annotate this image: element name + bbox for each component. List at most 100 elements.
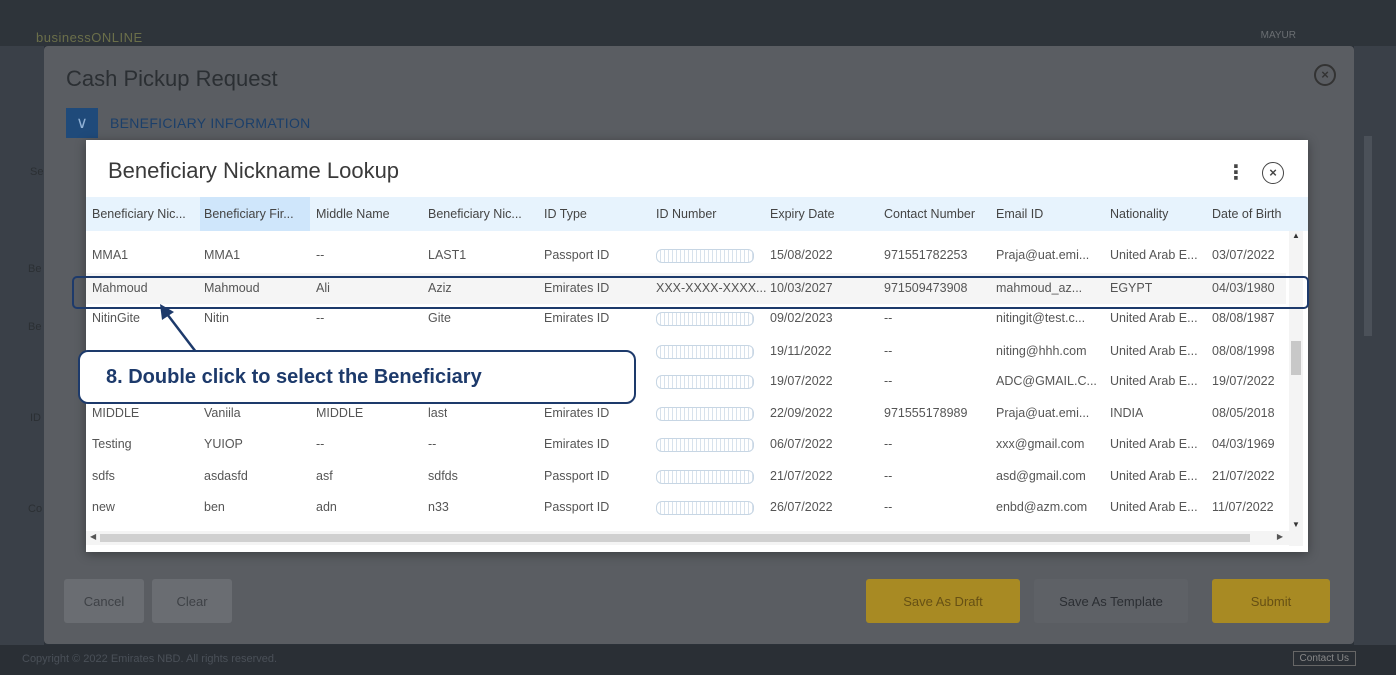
table-cell: Emirates ID	[544, 406, 610, 420]
app-user[interactable]: MAYUR	[1261, 30, 1296, 41]
table-cell: Mahmoud	[92, 281, 148, 295]
table-cell: Gite	[428, 311, 451, 325]
beneficiary-section-header[interactable]: ∨ BENEFICIARY INFORMATION	[66, 108, 311, 138]
masked-id-field	[656, 344, 754, 359]
bg-fragment: Se	[30, 166, 44, 178]
cash-pickup-title: Cash Pickup Request	[66, 66, 278, 91]
table-row[interactable]: Testing YUIOP -- -- Emirates ID 06/07/2022 -- x…	[86, 429, 1286, 460]
save-draft-button[interactable]: Save As Draft	[866, 579, 1020, 623]
table-cell: 15/08/2022	[770, 248, 833, 262]
app-footer: Copyright © 2022 Emirates NBD. All right…	[0, 645, 1396, 675]
column-header[interactable]: Email ID	[996, 207, 1043, 221]
column-header[interactable]: Middle Name	[316, 207, 390, 221]
table-cell: sdfs	[92, 469, 115, 483]
table-cell: n33	[428, 500, 449, 514]
vertical-scrollbar[interactable]: ▲ ▼	[1289, 231, 1303, 546]
table-cell: Vaniila	[204, 406, 241, 420]
column-header[interactable]: Expiry Date	[770, 207, 835, 221]
table-row[interactable]: MMA1 MMA1 -- LAST1 Passport ID 15/08/2022 9715…	[86, 240, 1286, 271]
scroll-thumb[interactable]	[1291, 341, 1301, 375]
table-cell: 22/09/2022	[770, 406, 833, 420]
beneficiary-lookup-modal: Beneficiary Nickname Lookup ⋮ × Benefici…	[86, 140, 1308, 552]
table-cell: mahmoud_az...	[996, 281, 1083, 295]
table-cell: Mahmoud	[204, 281, 260, 295]
horizontal-scrollbar[interactable]: ◀ ▶	[86, 531, 1289, 545]
table-cell: --	[884, 374, 893, 388]
table-row[interactable]: new ben adn n33 Passport ID 26/07/2022 -- enbd@…	[86, 492, 1286, 523]
column-header[interactable]: Contact Number	[884, 207, 975, 221]
save-template-button[interactable]: Save As Template	[1034, 579, 1188, 623]
submit-button[interactable]: Submit	[1212, 579, 1330, 623]
table-cell: asf	[316, 469, 333, 483]
app-sidebar-right	[1354, 46, 1396, 646]
table-cell: MIDDLE	[92, 406, 140, 420]
table-cell: --	[884, 500, 893, 514]
table-cell: Praja@uat.emi...	[996, 248, 1090, 262]
chevron-down-icon[interactable]: ∨	[66, 108, 98, 138]
scroll-thumb[interactable]	[100, 534, 1250, 542]
table-cell: --	[884, 344, 893, 358]
column-header[interactable]: Beneficiary Nic...	[428, 207, 522, 221]
table-row[interactable]: NitinGite Nitin -- Gite Emirates ID 09/02/202…	[86, 303, 1286, 334]
table-cell: United Arab E...	[1110, 344, 1198, 358]
grid-header: Beneficiary Nic... Beneficiary Fir... Midd…	[86, 197, 1308, 231]
table-cell: Emirates ID	[544, 437, 610, 451]
table-cell	[656, 248, 754, 263]
modal-title: Beneficiary Nickname Lookup	[108, 158, 400, 183]
footer-button[interactable]: Contact Us	[1292, 651, 1356, 666]
column-header[interactable]: Nationality	[1110, 207, 1168, 221]
table-cell	[656, 311, 754, 326]
cash-pickup-close-icon[interactable]: ×	[1314, 64, 1336, 86]
table-row[interactable]: sdfs asdasfd asf sdfds Passport ID 21/07/2022…	[86, 461, 1286, 492]
column-header[interactable]: ID Number	[656, 207, 716, 221]
page-scrollbar[interactable]	[1364, 136, 1372, 336]
cancel-button[interactable]: Cancel	[64, 579, 144, 623]
table-cell: --	[884, 437, 893, 451]
table-cell: MIDDLE	[316, 406, 364, 420]
scroll-down-icon[interactable]: ▼	[1292, 520, 1300, 529]
table-cell: YUIOP	[204, 437, 243, 451]
masked-id-field	[656, 248, 754, 263]
table-cell: United Arab E...	[1110, 374, 1198, 388]
table-cell: 08/05/2018	[1212, 406, 1275, 420]
footer-text: Copyright © 2022 Emirates NBD. All right…	[22, 653, 278, 665]
table-cell	[656, 500, 754, 515]
table-row-selected[interactable]: Mahmoud Mahmoud Ali Aziz Emirates ID XXX-XXXX…	[86, 273, 1286, 304]
table-cell: Passport ID	[544, 500, 610, 514]
bg-fragment: Be	[28, 263, 42, 275]
partial-row	[86, 231, 1286, 240]
table-cell: 19/07/2022	[1212, 374, 1275, 388]
column-header[interactable]: Date of Birth	[1212, 207, 1281, 221]
scroll-left-icon[interactable]: ◀	[90, 532, 96, 541]
table-cell: MMA1	[92, 248, 129, 262]
table-cell: asd@gmail.com	[996, 469, 1086, 483]
masked-id-field	[656, 374, 754, 389]
table-cell: 10/03/2027	[770, 281, 833, 295]
app-header: businessONLINE MAYUR	[0, 0, 1396, 46]
clear-button[interactable]: Clear	[152, 579, 232, 623]
column-header[interactable]: ID Type	[544, 207, 587, 221]
table-cell: ben	[204, 500, 225, 514]
table-cell: enbd@azm.com	[996, 500, 1088, 514]
table-cell: MMA1	[204, 248, 241, 262]
table-cell: United Arab E...	[1110, 311, 1198, 325]
scroll-right-icon[interactable]: ▶	[1277, 532, 1283, 541]
table-cell	[656, 406, 754, 421]
instruction-callout: 8. Double click to select the Beneficiar…	[78, 350, 636, 404]
table-cell: Emirates ID	[544, 311, 610, 325]
table-cell: United Arab E...	[1110, 248, 1198, 262]
table-cell: 04/03/1980	[1212, 281, 1275, 295]
bg-fragment: Co	[28, 503, 43, 515]
table-cell: LAST1	[428, 248, 467, 262]
column-header[interactable]: Beneficiary Fir...	[200, 197, 310, 231]
table-cell: 08/08/1987	[1212, 311, 1275, 325]
more-options-icon[interactable]: ⋮	[1226, 160, 1246, 185]
table-cell: 971555178989	[884, 406, 968, 420]
table-cell: --	[316, 311, 325, 325]
table-cell: Aziz	[428, 281, 452, 295]
column-header[interactable]: Beneficiary Nic...	[92, 207, 186, 221]
scroll-up-icon[interactable]: ▲	[1292, 231, 1300, 240]
table-cell: 03/07/2022	[1212, 248, 1275, 262]
table-cell: 19/07/2022	[770, 374, 833, 388]
close-icon[interactable]: ×	[1262, 162, 1284, 184]
